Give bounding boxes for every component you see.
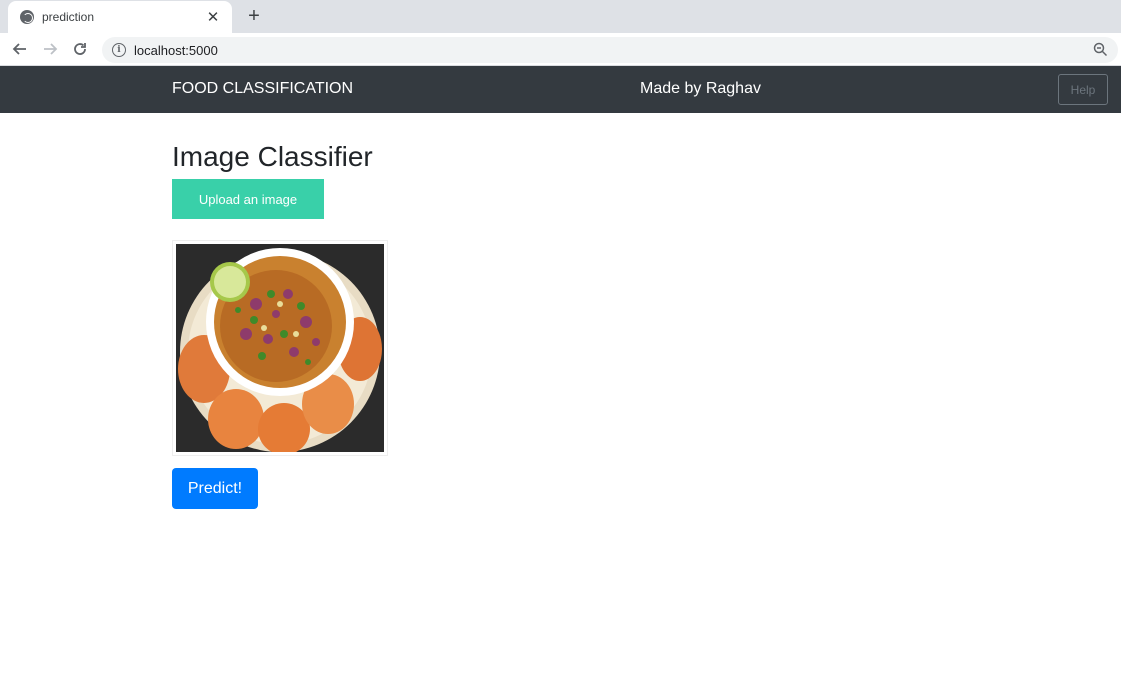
upload-image-button[interactable]: Upload an image [172,179,324,219]
globe-icon [20,10,34,24]
back-arrow-icon[interactable] [8,37,32,61]
food-photo [176,244,384,452]
forward-arrow-icon[interactable] [38,37,62,61]
address-bar[interactable]: i localhost:5000 [102,37,1118,63]
author-text: Made by Raghav [640,80,761,97]
browser-tab-strip: prediction ✕ + [0,0,1121,33]
help-button[interactable]: Help [1058,74,1108,105]
image-preview [172,240,388,456]
zoom-out-icon[interactable] [1093,42,1108,62]
predict-button[interactable]: Predict! [172,468,258,509]
navbar: FOOD CLASSIFICATION Made by Raghav Help [0,66,1121,113]
reload-icon[interactable] [68,37,92,61]
tab-title: prediction [42,10,95,24]
plus-icon[interactable]: + [242,4,266,28]
browser-tab[interactable]: prediction ✕ [8,1,232,33]
page-title: Image Classifier [172,141,373,172]
brand-link[interactable]: FOOD CLASSIFICATION [172,80,353,98]
close-icon[interactable]: ✕ [204,10,222,25]
info-icon[interactable]: i [112,43,126,57]
browser-toolbar: i localhost:5000 [0,33,1121,66]
url-text: localhost:5000 [134,42,218,58]
